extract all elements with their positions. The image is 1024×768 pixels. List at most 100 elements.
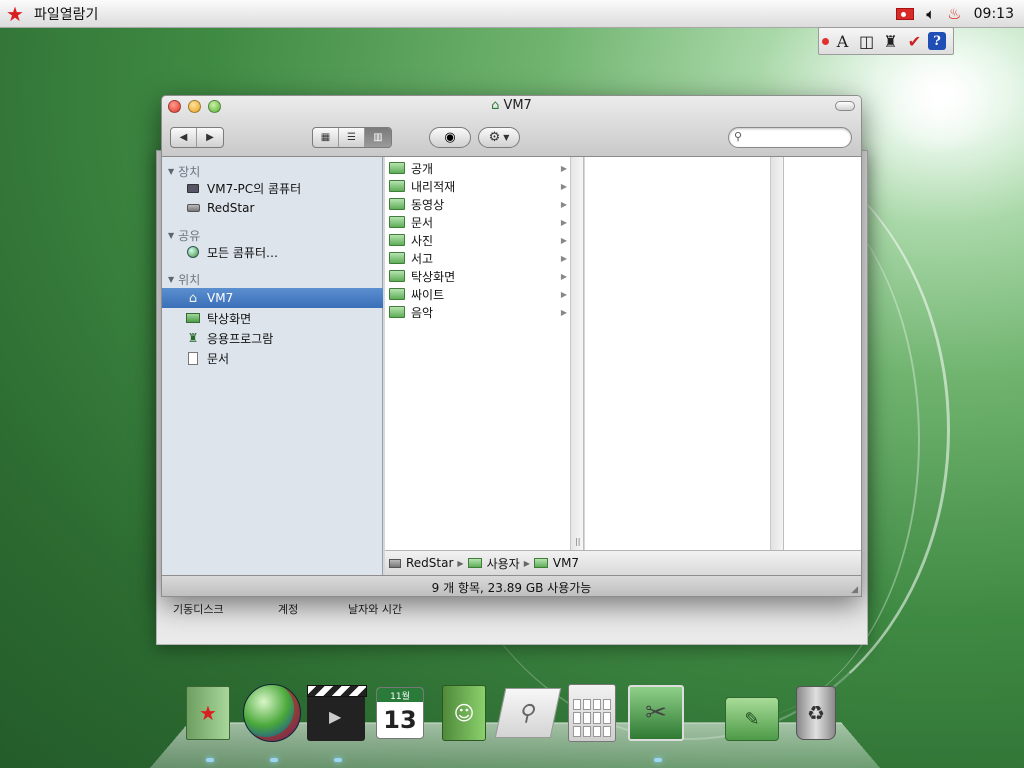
list-item[interactable]: 내리적재 ▶ [385, 177, 571, 195]
quick-look-button[interactable]: ◉ [429, 127, 471, 148]
running-indicator [334, 758, 342, 762]
sidebar-item-computer[interactable]: VM7-PC의 콤퓨터 [162, 178, 383, 198]
folder-icon [389, 270, 405, 282]
menubar-status-area: 🔈︎ ♨ 09:13 [896, 4, 1014, 23]
red-star-menu-icon[interactable]: ★ [6, 4, 24, 24]
check-tool-icon[interactable]: ✔ [904, 31, 925, 52]
chevron-right-icon: ▶ [560, 289, 567, 299]
help-button[interactable]: ? [928, 32, 946, 50]
icon-view-button[interactable]: ▦ [313, 128, 339, 147]
chevron-right-icon: ▶ [560, 307, 567, 317]
eye-icon: ◉ [444, 130, 456, 145]
list-item[interactable]: 문서 ▶ [385, 213, 571, 231]
drive-icon [389, 558, 401, 568]
window-title: ⌂ VM7 [491, 98, 532, 113]
app-menu-name[interactable]: 파일열람기 [34, 4, 98, 24]
dock-item-calculator[interactable] [562, 684, 622, 742]
dock-item-video[interactable] [306, 684, 367, 742]
sidebar: ▼ 장치 VM7-PC의 콤퓨터 RedStar ▼ 공유 모든 콤퓨터… ▼ 위치 … [162, 157, 383, 575]
dock-item-system-preferences[interactable]: ✂ [626, 684, 686, 742]
accounts-label[interactable]: 계정 [278, 601, 298, 617]
trash-icon: ♻ [796, 686, 836, 740]
system-preferences-icon: ✂ [628, 685, 684, 741]
action-menu-button[interactable]: ⚙ ▼ [478, 127, 520, 148]
path-item-users[interactable]: 사용자 [487, 555, 520, 572]
browser-column-3[interactable] [784, 157, 861, 550]
dock-item-contacts[interactable]: ☺ [434, 684, 494, 742]
dock-item-browser[interactable] [242, 684, 302, 742]
chevron-right-icon: ▶ [560, 217, 567, 227]
chevron-right-icon: ▶ [560, 163, 567, 173]
sidebar-item-desktop[interactable]: 탁상화면 [162, 308, 383, 328]
list-item[interactable]: 싸이트 ▶ [385, 285, 571, 303]
status-bar: 9 개 항목, 23.89 GB 사용가능 ◢ [162, 575, 861, 596]
browser-column-1: 공개 ▶ 내리적재 ▶ 동영상 ▶ 문서 ▶ 사진 ▶ 서고 ▶ 탁상화면 ▶ 싸이트 ▶ 음악… [385, 157, 571, 550]
input-method-toolbar: A ◫ ♜ ✔ ? [818, 27, 954, 55]
sidebar-item-redstar[interactable]: RedStar [162, 198, 383, 218]
file-browser-window: ⌂ VM7 ◀ ▶ ▦ ☰ ▥ ◉ ⚙ ▼ ⚲ ▼ 장치 VM7-PC의 콤퓨터 Re… [161, 95, 862, 597]
column-view-button[interactable]: ▥ [365, 128, 391, 147]
volume-icon[interactable]: 🔈︎ [926, 5, 935, 23]
search-field: ⚲ [728, 127, 852, 148]
input-status-dot-icon[interactable] [822, 37, 829, 45]
disclosure-triangle-icon: ▼ [168, 167, 175, 176]
dock-item-folder[interactable]: ✎ [722, 684, 782, 742]
startup-disk-label[interactable]: 기동디스크 [173, 601, 224, 617]
forward-button[interactable]: ▶ [197, 128, 223, 147]
list-item[interactable]: 탁상화면 ▶ [385, 267, 571, 285]
list-view-button[interactable]: ☰ [339, 128, 365, 147]
chevron-right-icon: ▶ [523, 558, 530, 568]
path-item-redstar[interactable]: RedStar [406, 556, 453, 570]
network-globe-icon [186, 245, 200, 259]
monitor-icon [186, 181, 200, 195]
chevron-right-icon: ▶ [560, 253, 567, 263]
window-titlebar[interactable]: ⌂ VM7 ◀ ▶ ▦ ☰ ▥ ◉ ⚙ ▼ ⚲ [162, 96, 861, 157]
window-resize-handle[interactable]: ◢ [851, 585, 858, 595]
calendar-month: 11월 [377, 688, 423, 702]
chevron-right-icon: ▶ [560, 199, 567, 209]
dock-item-trash[interactable]: ♻ [786, 684, 846, 742]
menubar-clock[interactable]: 09:13 [974, 6, 1014, 22]
path-item-vm7[interactable]: VM7 [553, 556, 579, 570]
folder-icon [389, 234, 405, 246]
date-time-label[interactable]: 날자와 시간 [348, 601, 402, 617]
list-item[interactable]: 사진 ▶ [385, 231, 571, 249]
sidebar-item-applications[interactable]: ♜ 응용프로그람 [162, 328, 383, 348]
layout-panel-icon[interactable]: ◫ [856, 31, 877, 52]
tool-cup-icon[interactable]: ♜ [880, 31, 901, 52]
folder-icon [389, 162, 405, 174]
resize-grip-icon: || [575, 537, 581, 546]
torch-icon[interactable]: ♨ [947, 4, 961, 23]
browser-column-2[interactable] [585, 157, 771, 550]
home-icon: ⌂ [188, 290, 198, 306]
calculator-icon [568, 684, 616, 742]
column-2-resize-bar[interactable] [771, 157, 784, 550]
running-indicator [270, 758, 278, 762]
list-item[interactable]: 동영상 ▶ [385, 195, 571, 213]
input-mode-button[interactable]: A [832, 31, 853, 52]
folder-icon [467, 558, 482, 568]
dock-item-search[interactable]: ⚲ [494, 684, 562, 742]
dock-item-calendar[interactable]: 11월 13 [370, 684, 430, 742]
sidebar-section-places[interactable]: ▼ 위치 [168, 271, 200, 288]
navigation-buttons: ◀ ▶ [170, 127, 224, 148]
search-icon: ⚲ [494, 688, 562, 738]
folder-icon [533, 558, 548, 568]
dock-item-book[interactable] [178, 684, 238, 742]
sidebar-item-documents[interactable]: 문서 [162, 348, 383, 368]
flag-icon[interactable] [896, 7, 915, 20]
folder-icon [389, 252, 405, 264]
disclosure-triangle-icon: ▼ [168, 231, 175, 240]
folder-icon [389, 198, 405, 210]
back-button[interactable]: ◀ [171, 128, 197, 147]
list-item[interactable]: 음악 ▶ [385, 303, 571, 321]
list-item[interactable]: 서고 ▶ [385, 249, 571, 267]
search-input[interactable] [749, 130, 847, 145]
list-item[interactable]: 공개 ▶ [385, 159, 571, 177]
running-indicator [654, 758, 662, 762]
column-1-resize-bar[interactable]: || [571, 157, 584, 550]
toolbar-toggle-button[interactable] [835, 101, 855, 111]
calendar-day: 13 [383, 706, 417, 734]
sidebar-item-home-vm7[interactable]: ⌂ VM7 [162, 288, 383, 308]
sidebar-item-all-computers[interactable]: 모든 콤퓨터… [162, 242, 383, 262]
